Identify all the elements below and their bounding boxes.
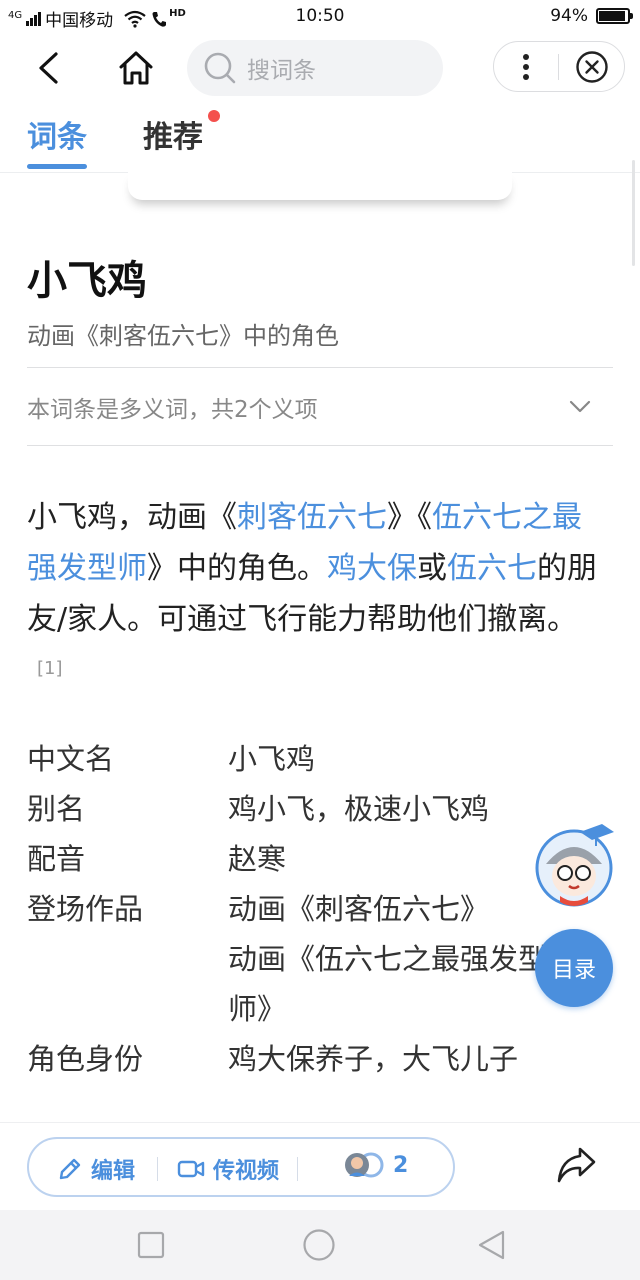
mini-app-capsule <box>493 41 625 92</box>
chevron-left-icon <box>39 52 58 84</box>
summary-text: 》《 <box>387 500 432 535</box>
edit-button[interactable]: 编辑 <box>57 1153 135 1185</box>
infobox-row: 角色身份 鸡大保养子，大飞儿子 <box>27 1034 613 1084</box>
entry-summary: 小飞鸡，动画《刺客伍六七》《伍六七之最强发型师》中的角色。鸡大保或伍六七的朋友/… <box>27 492 607 696</box>
infobox-key: 角色身份 <box>27 1042 144 1076</box>
infobox-row: 配音 赵寒 <box>27 834 613 884</box>
infobox-key: 别名 <box>27 792 86 826</box>
back-button[interactable] <box>30 50 66 86</box>
summary-text: 》中的角色。 <box>147 551 327 586</box>
status-right: 94% <box>550 6 633 26</box>
search-icon <box>204 52 236 84</box>
infobox-value: 动画《伍六七之最强发型师》 <box>228 942 548 1026</box>
search-placeholder: 搜词条 <box>247 58 316 84</box>
search-input[interactable]: 搜词条 <box>187 40 443 96</box>
infobox: 中文名 小飞鸡 别名 鸡小飞，极速小飞鸡 配音 赵寒 登场作品 动画《刺客伍六七… <box>27 734 613 1084</box>
summary-text: 或 <box>417 551 447 586</box>
system-home-button[interactable] <box>300 1226 338 1264</box>
clock: 10:50 <box>295 6 345 26</box>
summary-text: 小飞鸡，动画《 <box>27 500 237 535</box>
triangle-back-icon <box>478 1230 505 1260</box>
polysemy-note: 本词条是多义词，共2个义项 <box>27 396 318 423</box>
infobox-row: 别名 鸡小飞，极速小飞鸡 <box>27 784 613 834</box>
infobox-row: 中文名 小飞鸡 <box>27 734 613 784</box>
contributors-count: 2 <box>393 1152 409 1178</box>
entry-subtitle: 动画《刺客伍六七》中的角色 <box>27 322 339 350</box>
square-icon <box>137 1231 165 1259</box>
close-circle-icon <box>575 50 608 83</box>
assistant-mascot[interactable] <box>534 820 616 910</box>
chevron-down-icon <box>569 400 591 412</box>
upload-video-button[interactable]: 传视频 <box>177 1153 279 1185</box>
notification-dot <box>208 110 220 122</box>
action-pill: 编辑 传视频 2 <box>27 1137 455 1197</box>
polysemy-toggle[interactable]: 本词条是多义词，共2个义项 <box>27 368 613 445</box>
pill-divider <box>157 1157 158 1181</box>
infobox-value: 动画《刺客伍六七》 <box>228 892 490 926</box>
toc-button[interactable]: 目录 <box>535 929 613 1007</box>
link-jidabao[interactable]: 鸡大保 <box>327 551 417 586</box>
tab-entry[interactable]: 词条 <box>27 112 87 169</box>
infobox-value: 赵寒 <box>228 842 287 876</box>
home-button[interactable] <box>116 48 156 88</box>
entry-title: 小飞鸡 <box>27 258 147 304</box>
infobox-value: 小飞鸡 <box>228 742 316 776</box>
system-back-button[interactable] <box>472 1226 510 1264</box>
contributor-avatars-icon <box>345 1152 384 1178</box>
circle-icon <box>303 1229 335 1261</box>
mascot-avatar-icon <box>535 824 614 907</box>
infobox-key: 登场作品 <box>27 892 144 926</box>
divider <box>27 445 613 446</box>
link-cike-wuliuqi[interactable]: 刺客伍六七 <box>237 500 387 535</box>
more-button[interactable] <box>494 42 558 91</box>
infobox-key <box>27 934 228 1034</box>
share-button[interactable] <box>554 1143 598 1187</box>
battery-fill <box>599 11 626 21</box>
edit-label: 编辑 <box>91 1159 136 1184</box>
battery-percent: 94% <box>550 6 588 26</box>
more-vertical-icon <box>523 53 529 80</box>
infobox-key: 中文名 <box>27 742 115 776</box>
infobox-row: 登场作品 动画《刺客伍六七》 <box>27 884 613 934</box>
scrollbar[interactable] <box>632 160 635 266</box>
link-wuliuqi[interactable]: 伍六七 <box>447 551 537 586</box>
reference-marker[interactable]: [1] <box>37 658 63 679</box>
battery-icon <box>596 8 633 24</box>
status-bar: 4G 中国移动 HD 10:50 94% <box>0 0 640 34</box>
system-nav-bar <box>0 1210 640 1280</box>
infobox-key: 配音 <box>27 842 86 876</box>
bottom-action-bar: 编辑 传视频 2 <box>0 1122 640 1210</box>
home-icon <box>119 51 153 85</box>
share-arrow-icon <box>557 1147 596 1183</box>
infobox-value: 鸡大保养子，大飞儿子 <box>228 1042 519 1076</box>
dropdown-shadow <box>128 170 512 200</box>
video-camera-icon <box>177 1160 205 1178</box>
infobox-row: 动画《伍六七之最强发型师》 <box>27 934 613 1034</box>
contributors-button[interactable]: 2 <box>341 1149 408 1181</box>
tab-recommend[interactable]: 推荐 <box>143 112 203 156</box>
recents-button[interactable] <box>132 1226 170 1264</box>
upload-video-label: 传视频 <box>213 1159 280 1184</box>
infobox-value: 鸡小飞，极速小飞鸡 <box>228 792 490 826</box>
close-button[interactable] <box>559 42 624 91</box>
pill-divider <box>297 1157 298 1181</box>
pencil-icon <box>59 1158 81 1180</box>
